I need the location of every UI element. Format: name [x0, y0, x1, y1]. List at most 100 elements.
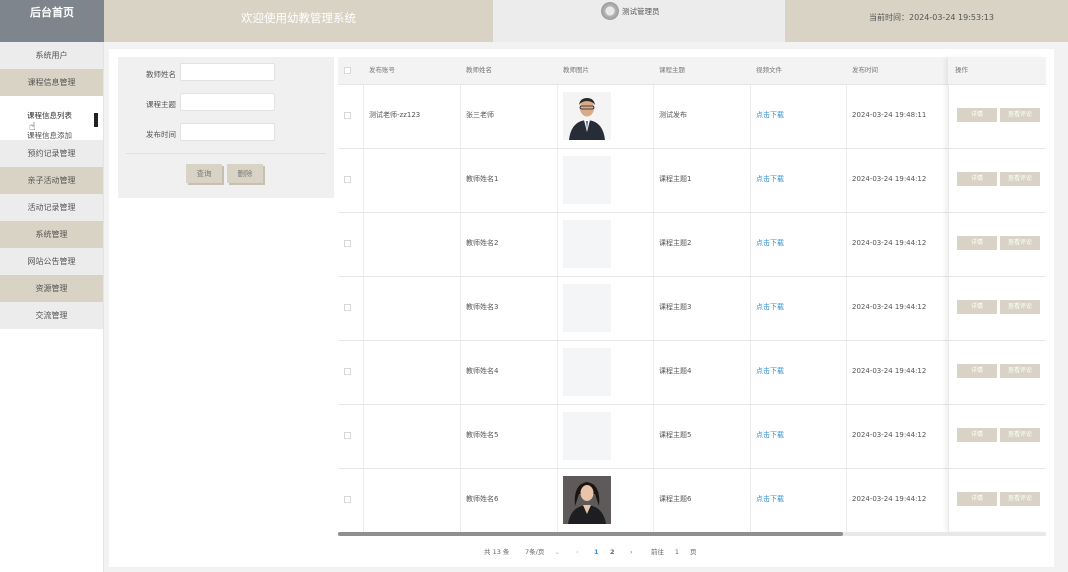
query-button[interactable]: 查询: [186, 164, 222, 183]
goto-page-input[interactable]: 1: [667, 545, 687, 559]
row-checkbox[interactable]: [344, 176, 351, 183]
col-account: 发布账号: [369, 66, 395, 74]
sidebar-subitem-course-add[interactable]: 课程信息添加: [27, 130, 72, 141]
divider: [126, 153, 326, 154]
next-page-icon[interactable]: ›: [630, 545, 633, 559]
row-checkbox[interactable]: [344, 432, 351, 439]
select-all-checkbox[interactable]: [344, 67, 351, 74]
row-checkbox[interactable]: [344, 112, 351, 119]
download-link[interactable]: 点击下载: [756, 341, 784, 404]
sidebar-item-course-info[interactable]: 课程信息管理: [0, 69, 103, 96]
cell-time: 2024-03-24 19:44:12: [852, 303, 927, 311]
download-link[interactable]: 点击下载: [756, 405, 784, 468]
sidebar-item-resources[interactable]: 资源管理: [0, 275, 103, 302]
column-divider: [653, 341, 654, 404]
row-checkbox[interactable]: [344, 240, 351, 247]
column-divider: [846, 149, 847, 212]
column-divider: [363, 341, 364, 404]
sidebar-item-system-manage[interactable]: 系统管理: [0, 221, 103, 248]
cell-teacher: 教师姓名4: [466, 367, 499, 375]
cell-time: 2024-03-24 19:44:12: [852, 431, 927, 439]
sidebar-item-system-users[interactable]: 系统用户: [0, 42, 103, 69]
teacher-name-label: 教师姓名: [146, 70, 176, 79]
column-divider: [846, 469, 847, 532]
delete-button[interactable]: 删除: [227, 164, 263, 183]
time-value: 2024-03-24 19:53:13: [909, 13, 994, 22]
cell-account: 测试老师-zz123: [369, 111, 421, 119]
page-size-value: 7条/页: [525, 548, 545, 556]
sidebar-item-booking[interactable]: 预约记录管理: [0, 140, 103, 167]
column-divider: [750, 341, 751, 404]
col-topic: 课程主题: [659, 66, 685, 74]
cell-topic: 课程主题5: [659, 431, 692, 439]
teacher-photo: [563, 156, 611, 204]
column-divider: [557, 277, 558, 340]
teacher-name-input[interactable]: [180, 63, 275, 81]
teacher-photo: [563, 348, 611, 396]
sidebar-item-parent-child[interactable]: 亲子活动管理: [0, 167, 103, 194]
prev-page-icon[interactable]: ‹: [576, 545, 579, 559]
course-table: 发布账号 教师姓名 教师图片 课程主题 视频文件 发布时间 操作 测试老师-zz…: [338, 57, 1046, 533]
table-row: 教师姓名3 课程主题3 点击下载 2024-03-24 19:44:12 详情 查看评论: [338, 277, 1046, 341]
column-divider: [363, 213, 364, 276]
column-divider: [557, 341, 558, 404]
column-divider: [846, 341, 847, 404]
current-time: 当前时间：2024-03-24 19:53:13: [785, 0, 1068, 42]
scrollbar-thumb[interactable]: [338, 532, 843, 536]
sidebar-item-communication[interactable]: 交流管理: [0, 302, 103, 329]
cell-topic: 课程主题4: [659, 367, 692, 375]
course-topic-input[interactable]: [180, 93, 275, 111]
sidebar: 系统用户 课程信息管理 课程信息列表 ☝ 课程信息添加 预约记录管理 亲子活动管…: [0, 42, 104, 572]
page-size-select[interactable]: 7条/页 ⌄: [516, 545, 564, 559]
column-divider: [846, 213, 847, 276]
cell-time: 2024-03-24 19:44:12: [852, 175, 927, 183]
total-count: 共 13 条: [484, 548, 510, 556]
column-divider: [460, 469, 461, 532]
download-link[interactable]: 点击下载: [756, 85, 784, 148]
col-time: 发布时间: [852, 66, 878, 74]
sidebar-item-announcements[interactable]: 网站公告管理: [0, 248, 103, 275]
user-panel[interactable]: 测试管理员: [493, 0, 785, 42]
download-link[interactable]: 点击下载: [756, 149, 784, 212]
avatar[interactable]: [601, 2, 619, 20]
welcome-title: 欢迎使用幼教管理系统: [104, 0, 493, 42]
column-divider: [653, 469, 654, 532]
column-divider: [750, 85, 751, 148]
table-row: 教师姓名2 课程主题2 点击下载 2024-03-24 19:44:12 详情 查看评论: [338, 213, 1046, 277]
download-link[interactable]: 点击下载: [756, 213, 784, 276]
publish-time-label: 发布时间: [146, 130, 176, 139]
teacher-photo: [563, 220, 611, 268]
cell-topic: 课程主题1: [659, 175, 692, 183]
column-divider: [557, 405, 558, 468]
user-name: 测试管理员: [622, 7, 660, 16]
row-checkbox[interactable]: [344, 496, 351, 503]
goto-label: 前往: [651, 548, 664, 556]
row-checkbox[interactable]: [344, 304, 351, 311]
column-divider: [460, 213, 461, 276]
column-divider: [750, 213, 751, 276]
publish-time-input[interactable]: [180, 123, 275, 141]
horizontal-scrollbar[interactable]: [338, 532, 1046, 536]
column-divider: [460, 341, 461, 404]
table-row: 测试老师-zz123 张三老师 测试发布 点击下载 2024-03-24 19:48:1…: [338, 85, 1046, 149]
cell-teacher: 张三老师: [466, 111, 494, 119]
time-label: 当前时间：: [869, 13, 909, 22]
actions-column: [948, 57, 1046, 531]
download-link[interactable]: 点击下载: [756, 277, 784, 340]
home-link[interactable]: 后台首页: [0, 0, 104, 42]
top-bar: 后台首页 欢迎使用幼教管理系统 测试管理员 当前时间：2024-03-24 19…: [0, 0, 1068, 42]
download-link[interactable]: 点击下载: [756, 469, 784, 532]
page-1[interactable]: 1: [594, 545, 599, 559]
column-divider: [653, 213, 654, 276]
cell-teacher: 教师姓名5: [466, 431, 499, 439]
teacher-photo: [563, 476, 611, 524]
page-2[interactable]: 2: [610, 545, 615, 559]
course-topic-label: 课程主题: [146, 100, 176, 109]
column-divider: [750, 469, 751, 532]
chevron-down-icon: ⌄: [554, 548, 560, 556]
teacher-photo: [563, 92, 611, 140]
table-row: 教师姓名1 课程主题1 点击下载 2024-03-24 19:44:12 详情 查看评论: [338, 149, 1046, 213]
sidebar-item-activity-records[interactable]: 活动记录管理: [0, 194, 103, 221]
teacher-photo: [563, 412, 611, 460]
row-checkbox[interactable]: [344, 368, 351, 375]
